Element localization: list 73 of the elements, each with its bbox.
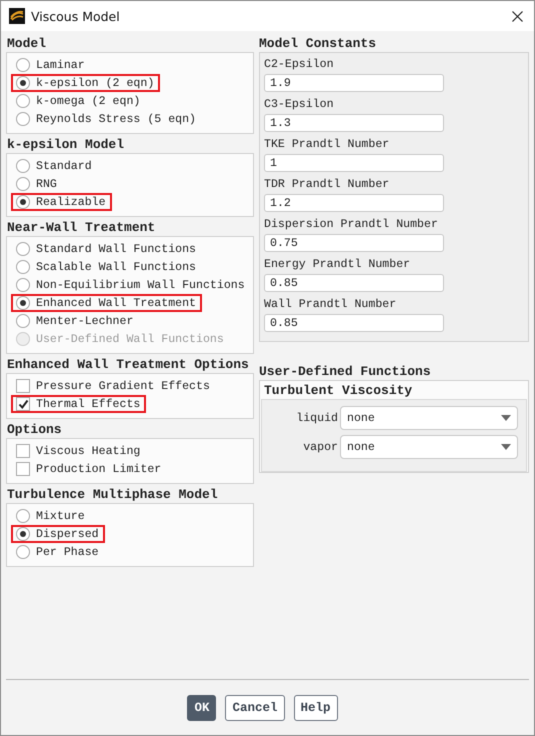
option-label: Laminar <box>36 58 85 72</box>
radio-button[interactable] <box>16 112 30 126</box>
section-heading: Turbulence Multiphase Model <box>6 487 219 503</box>
option-label: Scalable Wall Functions <box>36 260 196 274</box>
radio-button[interactable] <box>16 314 30 328</box>
radio-button[interactable] <box>16 260 30 274</box>
option-label: RNG <box>36 178 57 190</box>
option-label: Realizable <box>36 196 106 208</box>
app-icon <box>9 8 25 24</box>
section-heading: Near-Wall Treatment <box>6 220 156 236</box>
dialog-button[interactable]: Help <box>294 694 338 720</box>
radio-button[interactable] <box>16 509 30 523</box>
radio-button[interactable] <box>16 76 30 90</box>
input-field[interactable]: 0.85 <box>264 274 444 292</box>
field-label: Wall Prandtl Number <box>264 297 398 313</box>
radio-button[interactable] <box>16 177 30 191</box>
radio-button[interactable] <box>16 545 30 559</box>
field-label: vapor <box>303 440 338 454</box>
checkbox[interactable] <box>16 444 30 458</box>
radio-button[interactable] <box>16 296 30 310</box>
radio-button[interactable] <box>16 58 30 72</box>
option-label: Non-Equilibrium Wall Functions <box>36 278 245 292</box>
section-heading: User-Defined Functions <box>259 364 432 380</box>
input-field[interactable]: 0.75 <box>264 234 444 252</box>
option-label: k-omega (2 eqn) <box>36 94 140 108</box>
input-field[interactable]: 1.2 <box>264 194 444 212</box>
input-field[interactable]: 1.9 <box>264 74 444 92</box>
field-label: C2-Epsilon <box>264 57 335 73</box>
option-label: Per Phase <box>36 546 99 558</box>
section-heading: Enhanced Wall Treatment Options <box>6 357 250 373</box>
section-heading: k-epsilon Model <box>6 137 126 153</box>
radio-button[interactable] <box>16 94 30 108</box>
option-label: Viscous Heating <box>36 444 140 458</box>
field-label: C3-Epsilon <box>264 97 335 113</box>
option-label: Menter-Lechner <box>36 314 134 328</box>
input-field[interactable]: 0.85 <box>264 314 444 332</box>
field-label: TKE Prandtl Number <box>264 137 390 153</box>
group-heading: Turbulent Viscosity <box>263 383 414 399</box>
option-label: k-epsilon (2 eqn) <box>36 76 154 90</box>
radio-button[interactable] <box>16 195 30 209</box>
option-label: Standard <box>36 160 92 172</box>
option-label: User-Defined Wall Functions <box>36 332 224 346</box>
dropdown[interactable]: none <box>340 406 518 430</box>
radio-button[interactable] <box>16 159 30 173</box>
dialog-button[interactable]: Cancel <box>225 694 284 720</box>
section-heading: Model Constants <box>259 36 378 52</box>
checkbox[interactable] <box>16 462 30 476</box>
option-label: Pressure Gradient Effects <box>36 380 210 392</box>
option-label: Reynolds Stress (5 eqn) <box>36 112 196 126</box>
radio-button[interactable] <box>16 242 30 256</box>
caret-icon <box>501 444 511 450</box>
caret-icon <box>501 415 511 421</box>
option-label: Production Limiter <box>36 462 162 476</box>
dropdown[interactable]: none <box>340 435 518 459</box>
option-label: Thermal Effects <box>36 398 140 410</box>
dialog-button[interactable]: OK <box>187 694 216 720</box>
option-label: Enhanced Wall Treatment <box>36 296 196 310</box>
field-label: liquid <box>296 412 338 424</box>
option-label: Dispersed <box>36 528 99 540</box>
radio-button[interactable] <box>16 278 30 292</box>
option-label: Mixture <box>36 510 85 522</box>
section-heading: Model <box>6 36 48 52</box>
field-label: Dispersion Prandtl Number <box>264 217 439 233</box>
input-field[interactable]: 1.3 <box>264 114 444 132</box>
section-heading: Options <box>6 422 63 438</box>
field-label: Energy Prandtl Number <box>264 257 412 273</box>
input-field[interactable]: 1 <box>264 154 444 172</box>
radio-button[interactable] <box>16 527 30 541</box>
option-label: Standard Wall Functions <box>36 242 196 256</box>
field-label: TDR Prandtl Number <box>264 177 390 193</box>
window-title: Viscous Model <box>31 8 121 24</box>
checkbox[interactable] <box>16 397 30 411</box>
checkbox[interactable] <box>16 379 30 393</box>
